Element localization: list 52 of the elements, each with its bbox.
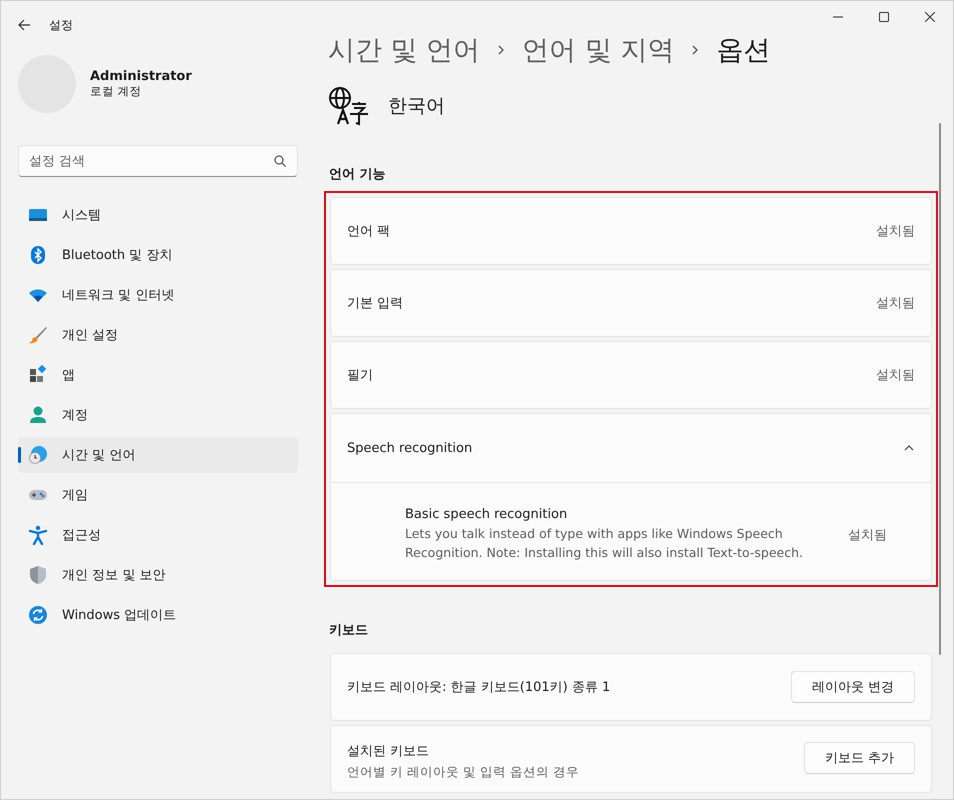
action-button[interactable]: 레이아웃 변경 — [790, 671, 915, 703]
language-name: 한국어 — [388, 94, 445, 119]
feature-title: Basic speech recognition — [405, 507, 568, 522]
nav-item[interactable]: 시간 및 언어 — [18, 437, 298, 473]
bluetooth-icon — [28, 245, 48, 265]
breadcrumb-item[interactable]: 언어 및 지역 — [522, 32, 674, 68]
nav-item[interactable]: 계정 — [18, 397, 298, 433]
status-text: 설치됨 — [876, 223, 915, 240]
nav-item[interactable]: 접근성 — [18, 517, 298, 553]
accessibility-icon — [28, 525, 48, 545]
close-icon — [925, 12, 935, 22]
nav-item[interactable]: 개인 설정 — [18, 317, 298, 353]
shield-icon — [28, 565, 48, 585]
scrollbar[interactable] — [939, 123, 941, 655]
language-icon — [328, 86, 370, 126]
paintbrush-icon — [28, 325, 48, 345]
nav-item[interactable]: 앱 — [18, 357, 298, 393]
apps-icon — [28, 365, 48, 385]
action-button[interactable]: 키보드 추가 — [804, 742, 915, 774]
nav-item[interactable]: Bluetooth 및 장치 — [18, 237, 298, 273]
setting-label: 필기 — [347, 367, 373, 384]
search-field[interactable]: 설정 검색 — [18, 145, 298, 177]
chevron-right-icon — [690, 44, 700, 56]
setting-label: 설치된 키보드 — [347, 743, 430, 760]
search-icon — [274, 155, 286, 167]
setting-label: 언어 팩 — [347, 223, 390, 240]
nav-item[interactable]: Windows 업데이트 — [18, 597, 298, 633]
back-icon — [17, 18, 31, 32]
breadcrumb-item: 옵션 — [716, 34, 770, 68]
feature-description: Lets you talk instead of type with apps like Windows Speech Recognition. Note: Installing this will also install Text-to-speech. — [405, 525, 804, 562]
expander-header[interactable]: Speech recognition — [331, 414, 931, 482]
chevron-right-icon — [496, 44, 506, 56]
account-name: Administrator — [90, 69, 192, 84]
setting-label: 키보드 레이아웃: 한글 키보드(101키) 종류 1 — [347, 679, 610, 696]
person-icon — [28, 405, 48, 425]
setting-description: 언어별 키 레이아웃 및 입력 옵션의 경우 — [347, 763, 580, 781]
status-text: 설치됨 — [848, 526, 887, 544]
nav-item[interactable]: 네트워크 및 인터넷 — [18, 277, 298, 313]
account-type: 로컬 계정 — [90, 84, 143, 99]
status-text: 설치됨 — [876, 367, 915, 384]
globe-clock-icon — [28, 445, 48, 465]
maximize-icon — [879, 12, 889, 22]
section-title: 언어 기능 — [329, 166, 387, 183]
section-title: 키보드 — [329, 622, 369, 639]
breadcrumb-item[interactable]: 시간 및 언어 — [328, 32, 480, 68]
status-text: 설치됨 — [876, 295, 915, 312]
nav-item[interactable]: 게임 — [18, 477, 298, 513]
nav-item[interactable]: 개인 정보 및 보안 — [18, 557, 298, 593]
window-title: 설정 — [49, 16, 73, 34]
nav-item[interactable]: 시스템 — [18, 197, 298, 233]
setting-label: 기본 입력 — [347, 295, 404, 312]
refresh-icon — [28, 605, 48, 625]
